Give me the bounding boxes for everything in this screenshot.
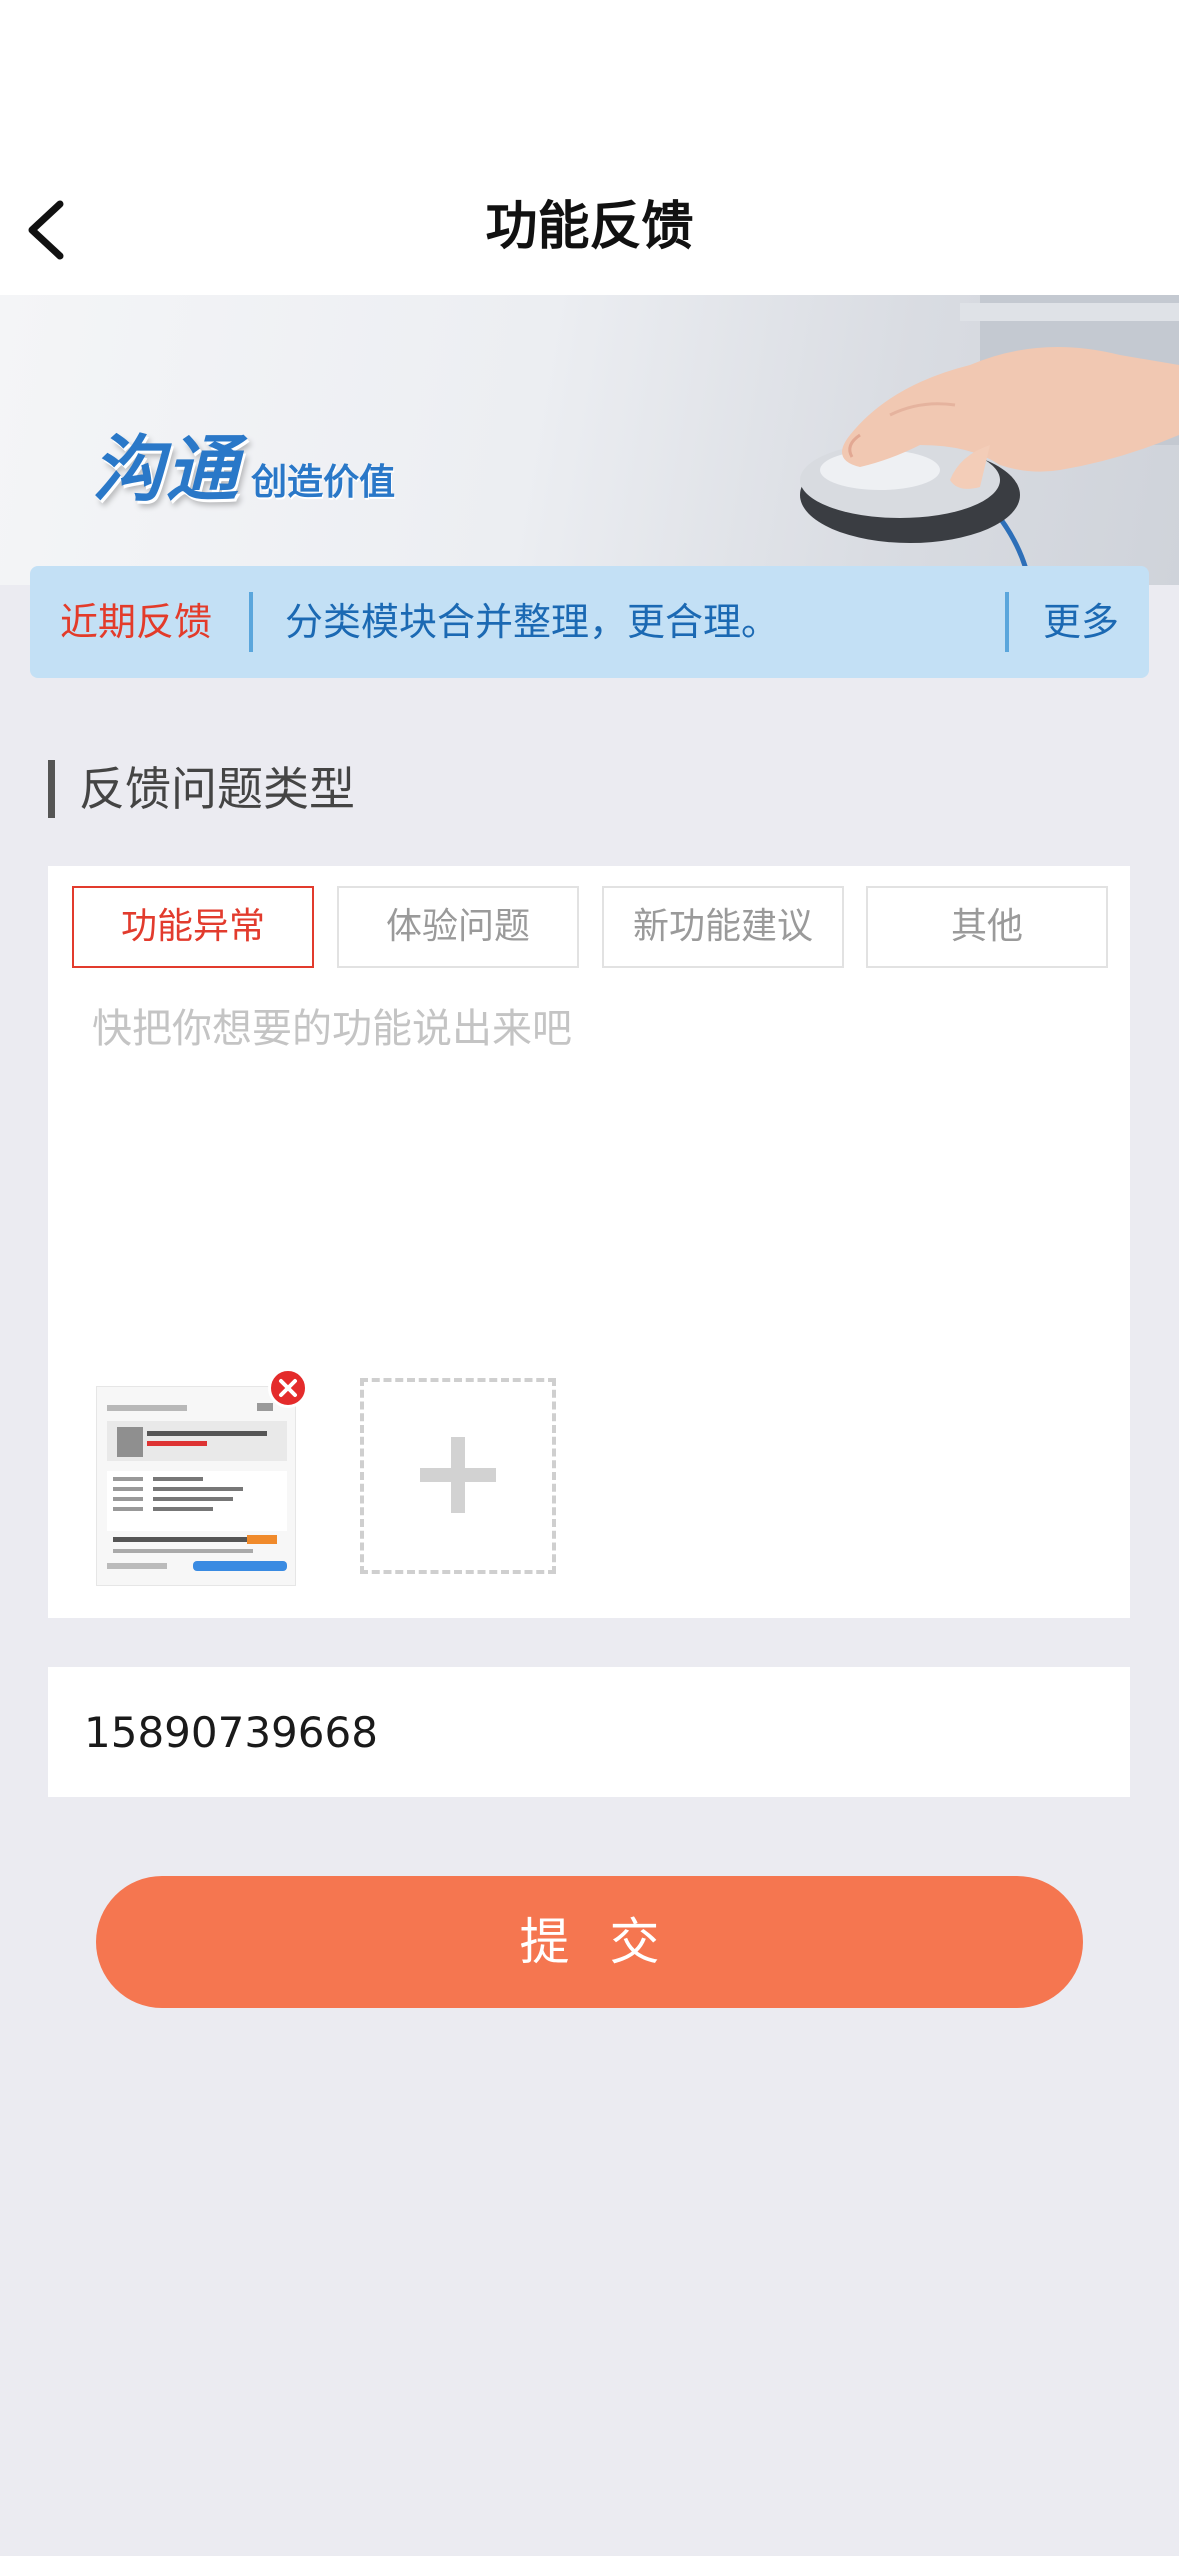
feedback-card: 功能异常 体验问题 新功能建议 其他 — [48, 866, 1130, 1618]
banner-logo-sub: 创造价值 — [251, 462, 396, 503]
plus-icon — [451, 1437, 465, 1513]
notice-text[interactable]: 分类模块合并整理，更合理。 — [285, 566, 779, 678]
more-link[interactable]: 更多 — [1043, 566, 1119, 678]
close-icon — [279, 1379, 297, 1397]
navigation-bar: 功能反馈 — [0, 160, 1179, 295]
feedback-textarea[interactable] — [92, 996, 1092, 1206]
page-title: 功能反馈 — [485, 197, 694, 257]
back-button[interactable] — [10, 190, 90, 270]
remove-attachment-button[interactable] — [268, 1368, 308, 1408]
notice-divider — [1005, 592, 1009, 652]
chevron-left-icon — [28, 200, 64, 260]
type-tab-other[interactable]: 其他 — [866, 886, 1108, 968]
contact-field — [48, 1667, 1130, 1797]
section-title: 反馈问题类型 — [48, 760, 355, 818]
banner: 沟通 创造价值 — [0, 295, 1179, 585]
attachment-image — [97, 1387, 295, 1585]
banner-logo-main: 沟通 — [92, 427, 241, 511]
recent-feedback-bar: 近期反馈 分类模块合并整理，更合理。 更多 — [30, 566, 1149, 678]
notice-label: 近期反馈 — [60, 600, 213, 644]
type-tab-function-error[interactable]: 功能异常 — [72, 886, 314, 968]
submit-button[interactable]: 提交 — [96, 1876, 1083, 2008]
attachment-thumbnail[interactable] — [96, 1386, 296, 1586]
add-image-button[interactable] — [360, 1378, 556, 1574]
banner-logo: 沟通 创造价值 — [92, 410, 395, 515]
type-tab-experience[interactable]: 体验问题 — [337, 886, 579, 968]
type-tab-new-feature[interactable]: 新功能建议 — [602, 886, 844, 968]
phone-input[interactable] — [84, 1667, 1084, 1797]
notice-divider — [249, 592, 253, 652]
status-bar-area — [0, 0, 1179, 160]
hand-mouse-image — [800, 295, 1179, 585]
